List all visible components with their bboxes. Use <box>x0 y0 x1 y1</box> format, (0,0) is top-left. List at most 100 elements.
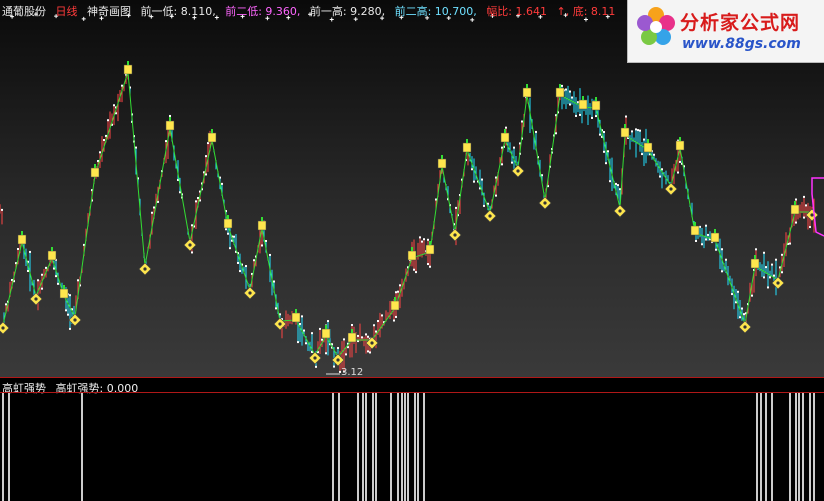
high-pivot-stem <box>647 139 649 143</box>
price-tick <box>269 253 271 256</box>
high-pivot-stem <box>559 84 561 88</box>
price-tick <box>315 365 317 368</box>
price-tick <box>781 253 783 256</box>
period-label[interactable]: 日线 <box>56 5 78 18</box>
price-tick <box>55 275 57 278</box>
price-tick <box>245 265 247 268</box>
price-tick <box>625 115 627 118</box>
logo-title: 分析家公式网 <box>680 12 801 34</box>
price-tick <box>157 200 159 203</box>
price-tick <box>303 329 305 332</box>
price-tick <box>599 133 601 136</box>
stock-name: 通葡股份 <box>2 5 46 18</box>
price-tick <box>17 247 19 250</box>
price-tick <box>361 336 363 339</box>
price-tick <box>501 146 503 149</box>
high-pivot-marker <box>257 220 267 231</box>
price-tick <box>605 162 607 165</box>
low-pivot-dot <box>278 322 282 326</box>
price-tick <box>191 251 193 254</box>
price-tick <box>429 265 431 268</box>
price-tick <box>571 96 573 99</box>
prev-low2: 前二低: 9.360, <box>225 5 301 18</box>
price-tick <box>721 270 723 273</box>
high-pivot-stem <box>794 201 796 205</box>
price-tick <box>297 341 299 344</box>
price-tick <box>535 130 537 133</box>
high-pivot-stem <box>679 137 681 141</box>
price-tick <box>377 320 379 323</box>
prev-high2: 前二高: 10.700, <box>394 5 477 18</box>
high-pivot-marker <box>207 132 217 143</box>
price-tick <box>769 276 771 279</box>
price-tick <box>569 103 571 106</box>
price-tick <box>803 195 805 198</box>
price-tick <box>565 88 567 91</box>
high-pivot-stem <box>227 215 229 219</box>
price-tick <box>395 315 397 318</box>
price-tick <box>311 332 313 335</box>
price-tick <box>609 180 611 183</box>
price-tick <box>603 150 605 153</box>
high-pivot-stem <box>526 84 528 88</box>
low-pivot-dot <box>143 267 147 271</box>
price-tick <box>427 263 429 266</box>
high-pivot-stem <box>411 247 413 251</box>
price-tick <box>197 196 199 199</box>
low-pivot-dot <box>488 214 492 218</box>
high-pivot-marker <box>555 87 565 98</box>
high-pivot-stem <box>582 96 584 100</box>
high-pivot-stem <box>351 329 353 333</box>
price-tick <box>301 315 303 318</box>
high-pivot-stem <box>325 325 327 329</box>
high-pivot-marker <box>643 142 653 153</box>
high-pivot-stem <box>714 229 716 233</box>
price-tick <box>365 333 367 336</box>
price-tick <box>337 347 339 350</box>
price-tick <box>505 126 507 129</box>
price-tick <box>351 323 353 326</box>
indicator-name[interactable]: 神奇画图 <box>87 5 131 18</box>
price-tick <box>579 113 581 116</box>
price-tick <box>77 279 79 282</box>
price-tick <box>617 184 619 187</box>
price-tick <box>775 258 777 261</box>
price-tick <box>233 235 235 238</box>
price-tick <box>103 139 105 142</box>
low-pivot-dot <box>776 281 780 285</box>
low-pivot-dot <box>543 201 547 205</box>
low-pivot-dot <box>669 187 673 191</box>
price-tick <box>169 114 171 117</box>
price-tick <box>435 198 437 201</box>
price-tick <box>495 194 497 197</box>
price-tick <box>555 132 557 135</box>
zigzag-line <box>2 71 812 358</box>
sub-top-line <box>0 392 824 393</box>
price-tick <box>521 120 523 123</box>
price-tick <box>763 276 765 279</box>
price-tick <box>731 293 733 296</box>
flower-icon <box>637 7 675 45</box>
price-tick <box>631 130 633 133</box>
high-pivot-marker <box>47 250 57 261</box>
price-tick <box>471 168 473 171</box>
price-tick <box>375 330 377 333</box>
price-tick <box>397 290 399 293</box>
prev-low1: 前一低: 8.110, <box>140 5 216 18</box>
price-tick <box>659 175 661 178</box>
price-tick <box>99 151 101 154</box>
price-tick <box>399 284 401 287</box>
price-tick <box>677 171 679 174</box>
price-tick <box>105 134 107 137</box>
price-tick <box>253 259 255 262</box>
price-tick <box>5 303 7 306</box>
price-tick <box>707 233 709 236</box>
price-tick <box>343 338 345 341</box>
price-tick <box>381 314 383 317</box>
price-tick <box>195 200 197 203</box>
low-pivot-dot <box>248 291 252 295</box>
price-tick <box>595 115 597 118</box>
chart-stage: 通葡股份 日线 神奇画图 前一低: 8.110, 前二低: 9.360, 前一高… <box>0 0 824 501</box>
high-pivot-marker <box>425 244 435 255</box>
price-tick <box>305 342 307 345</box>
